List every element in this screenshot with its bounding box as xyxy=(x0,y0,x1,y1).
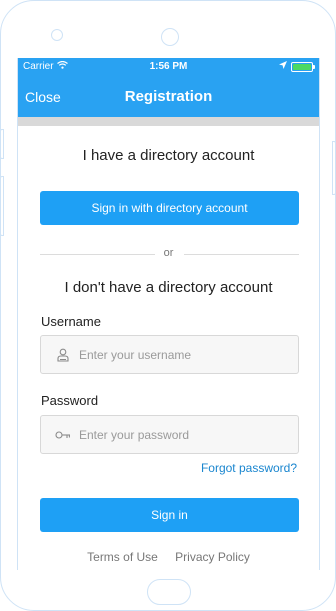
password-input[interactable] xyxy=(79,427,279,442)
forgot-password-link[interactable]: Forgot password? xyxy=(201,461,297,475)
local-section-title: I don't have a directory account xyxy=(64,279,273,296)
footer-links: Terms of Use Privacy Policy xyxy=(18,550,319,564)
username-field[interactable] xyxy=(40,335,299,374)
screen: Carrier 1:56 PM Close Registration I hav… xyxy=(17,58,320,570)
navigation-bar: Close Registration xyxy=(18,77,319,117)
directory-section-title: I have a directory account xyxy=(82,147,255,164)
earpiece xyxy=(161,28,179,46)
password-label: Password xyxy=(41,393,99,408)
page-title: Registration xyxy=(124,88,213,105)
power-button xyxy=(332,141,336,195)
signin-button[interactable]: Sign in xyxy=(40,498,299,532)
phone-frame: Carrier 1:56 PM Close Registration I hav… xyxy=(0,0,336,611)
divider-line-right xyxy=(184,254,299,255)
password-field[interactable] xyxy=(40,415,299,454)
or-label: or xyxy=(163,247,174,259)
user-icon xyxy=(55,347,71,363)
directory-signin-button[interactable]: Sign in with directory account xyxy=(40,191,299,225)
key-icon xyxy=(55,427,71,443)
battery-icon xyxy=(291,61,315,72)
header-separator xyxy=(18,117,319,126)
username-input[interactable] xyxy=(79,347,279,362)
status-bar: Carrier 1:56 PM xyxy=(18,58,319,77)
status-right-group xyxy=(279,61,315,72)
terms-of-use-link[interactable]: Terms of Use xyxy=(87,550,158,564)
location-arrow-icon xyxy=(279,61,287,72)
home-button[interactable] xyxy=(147,579,191,605)
volume-buttons xyxy=(0,176,4,236)
privacy-policy-link[interactable]: Privacy Policy xyxy=(175,550,250,564)
mute-switch xyxy=(0,129,4,159)
battery-level xyxy=(293,63,311,70)
front-camera xyxy=(51,29,63,41)
username-label: Username xyxy=(41,314,101,329)
status-time: 1:56 PM xyxy=(149,61,188,72)
